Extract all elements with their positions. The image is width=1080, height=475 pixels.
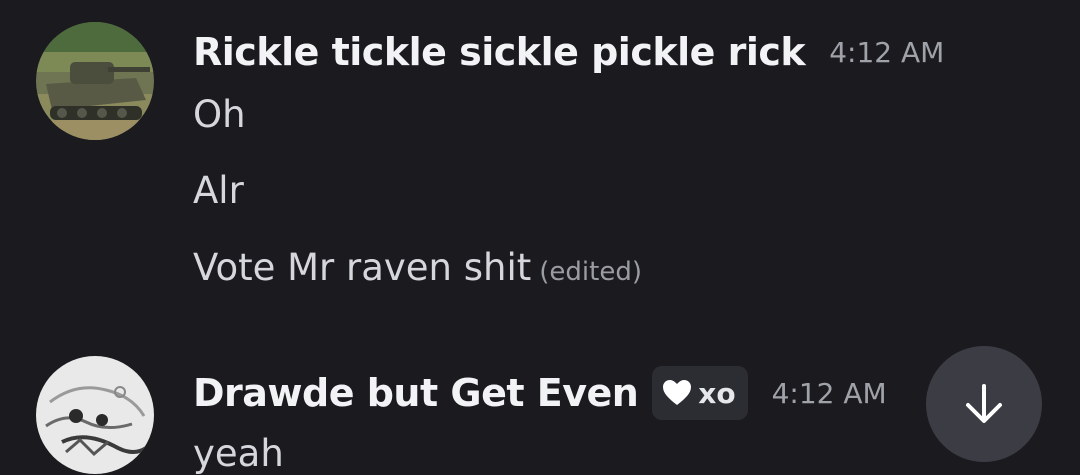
avatar[interactable] xyxy=(36,356,154,474)
message-header: Rickle tickle sickle pickle rick 4:12 AM xyxy=(193,27,944,77)
message-text[interactable]: Alr xyxy=(193,169,244,212)
arrow-down-icon xyxy=(966,384,1002,423)
chat-message-list: Rickle tickle sickle pickle rick 4:12 AM… xyxy=(0,0,1080,475)
server-tag[interactable]: xo xyxy=(652,366,748,420)
sketch-avatar-icon xyxy=(36,356,154,474)
server-tag-label: xo xyxy=(698,376,736,410)
message-text-edited[interactable]: Vote Mr raven shit (edited) xyxy=(193,246,642,289)
message-text: Vote Mr raven shit xyxy=(193,246,532,289)
white-heart-icon xyxy=(663,380,692,405)
scroll-to-bottom-button[interactable] xyxy=(926,346,1042,462)
timestamp: 4:12 AM xyxy=(771,376,887,410)
username[interactable]: Rickle tickle sickle pickle rick xyxy=(193,30,806,74)
username[interactable]: Drawde but Get Even xyxy=(193,371,639,415)
tank-avatar-icon xyxy=(36,22,154,140)
timestamp: 4:12 AM xyxy=(829,35,945,69)
edited-label: (edited) xyxy=(539,257,642,287)
avatar[interactable] xyxy=(36,22,154,140)
message-text[interactable]: yeah xyxy=(193,432,284,475)
message-text[interactable]: Oh xyxy=(193,93,246,136)
message-header: Drawde but Get Even xo 4:12 AM xyxy=(193,366,887,420)
